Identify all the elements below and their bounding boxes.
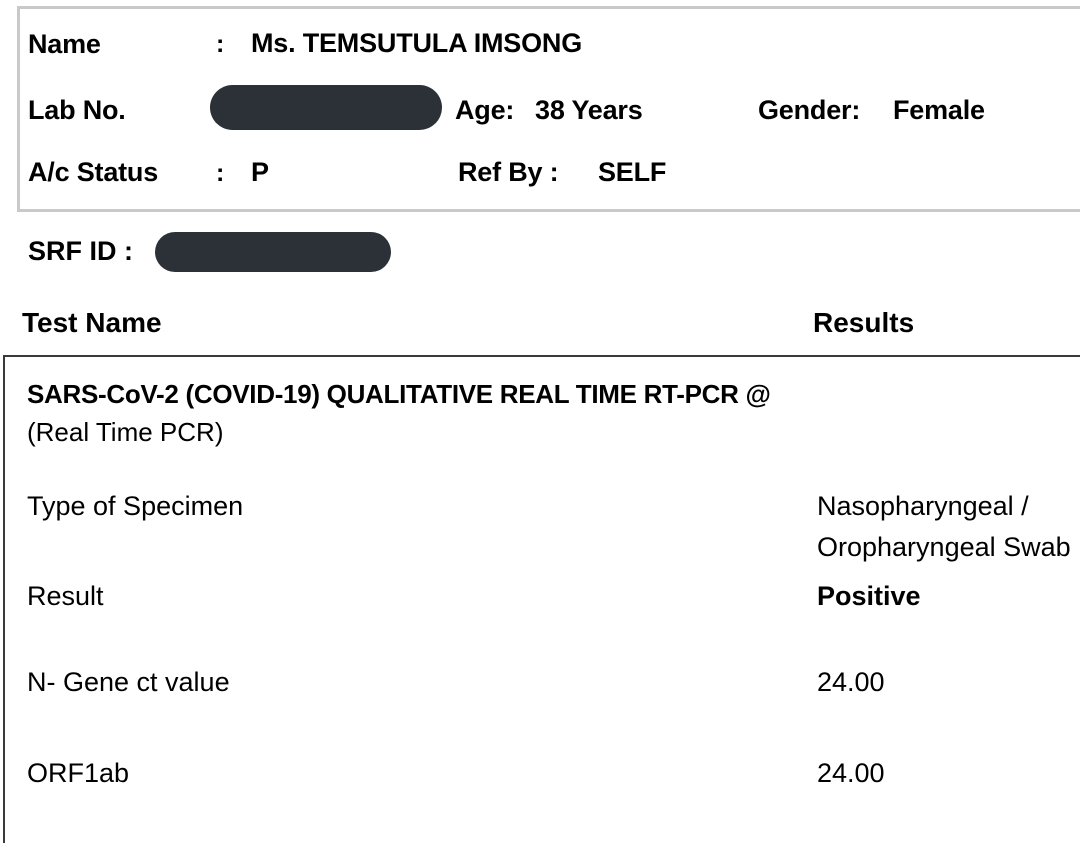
patient-name-colon: : [216, 30, 225, 58]
table-row-value-specimen-line1: Nasopharyngeal / [817, 491, 1029, 521]
account-status-colon: : [216, 159, 225, 187]
patient-demographics-box: Name : Ms. TEMSUTULA IMSONG Lab No. : Ag… [17, 6, 1080, 212]
lab-report-page: Name : Ms. TEMSUTULA IMSONG Lab No. : Ag… [0, 0, 1080, 843]
table-row-value-result: Positive [817, 581, 921, 611]
age-value: 38 Years [535, 95, 643, 125]
table-row-label-orf1ab: ORF1ab [27, 758, 130, 788]
results-table: SARS-CoV-2 (COVID-19) QUALITATIVE REAL T… [3, 355, 1080, 843]
referred-by-value: SELF [598, 157, 667, 187]
account-status-label: A/c Status [28, 157, 159, 187]
test-subtitle: (Real Time PCR) [27, 417, 224, 447]
srf-id-redaction-bar [155, 232, 391, 272]
age-label: Age: [455, 95, 515, 125]
column-header-results: Results [813, 307, 915, 338]
table-row-label-n-gene: N- Gene ct value [27, 667, 230, 697]
lab-number-label: Lab No. [28, 95, 126, 125]
table-row-value-specimen-line2: Oropharyngeal Swab [817, 532, 1071, 562]
patient-name-value: Ms. TEMSUTULA IMSONG [251, 28, 582, 58]
table-row-label-specimen: Type of Specimen [27, 491, 244, 521]
lab-number-redaction-bar [210, 85, 442, 130]
referred-by-label: Ref By : [458, 157, 559, 187]
gender-label: Gender: [758, 95, 861, 125]
patient-name-label: Name [28, 29, 101, 59]
gender-value: Female [893, 95, 985, 125]
table-row-value-orf1ab: 24.00 [817, 758, 885, 788]
table-row-value-n-gene: 24.00 [817, 667, 885, 697]
table-row-label-result: Result [27, 581, 104, 611]
srf-id-label: SRF ID : [28, 236, 133, 266]
account-status-value: P [251, 157, 269, 187]
test-title: SARS-CoV-2 (COVID-19) QUALITATIVE REAL T… [27, 379, 771, 409]
column-header-test-name: Test Name [22, 307, 162, 338]
